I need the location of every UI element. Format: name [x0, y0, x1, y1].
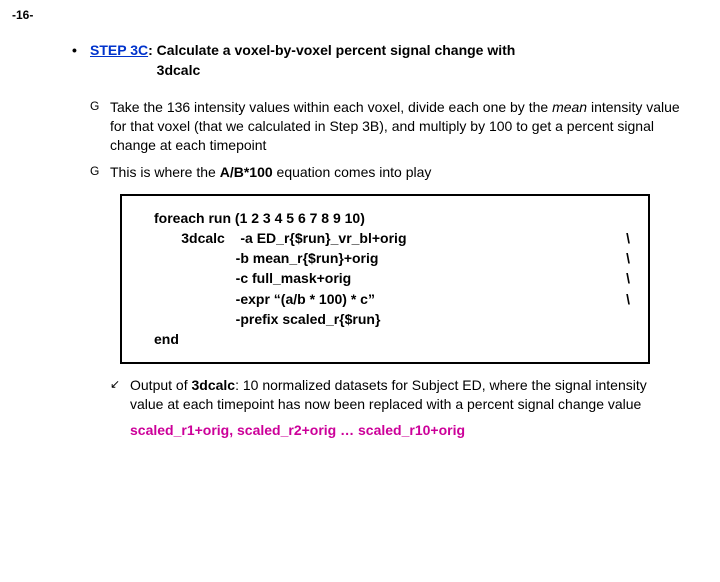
sub-b-pre: This is where the: [110, 164, 220, 180]
output-files-line: scaled_r1+orig, scaled_r2+orig … scaled_…: [110, 421, 680, 440]
sub-a-mean: mean: [552, 99, 587, 115]
step-heading-line2: STEP 3C: 3dcalc: [90, 62, 680, 78]
output-text: Output of 3dcalc: 10 normalized datasets…: [130, 376, 680, 414]
output-files: scaled_r1+orig, scaled_r2+orig … scaled_…: [130, 422, 465, 438]
output-block: ↙ Output of 3dcalc: 10 normalized datase…: [110, 376, 680, 441]
code-l2: 3dcalc -a ED_r{$run}_vr_bl+orig: [154, 228, 616, 248]
line-continuation-icon: \: [616, 289, 630, 309]
step-tool: 3dcalc: [157, 62, 201, 78]
code-l7: end: [154, 329, 630, 349]
output-cmd: 3dcalc: [191, 377, 235, 393]
sub-item-1-text: Take the 136 intensity values within eac…: [110, 98, 680, 155]
code-l5: -expr “(a/b * 100) * c”: [154, 289, 616, 309]
sub-b-post: equation comes into play: [273, 164, 432, 180]
sub-b-eq: A/B*100: [220, 164, 273, 180]
code-block: foreach run (1 2 3 4 5 6 7 8 9 10) 3dcal…: [120, 194, 650, 364]
line-continuation-icon: \: [616, 268, 630, 288]
code-l6: -prefix scaled_r{$run}: [154, 309, 630, 329]
sub-a-pre: Take the 136 intensity values within eac…: [110, 99, 552, 115]
step-sep: :: [148, 42, 157, 58]
line-continuation-icon: \: [616, 248, 630, 268]
step-title-rest: Calculate a voxel-by-voxel percent signa…: [157, 42, 516, 58]
sub-item-2: G This is where the A/B*100 equation com…: [90, 163, 680, 182]
output-pre: Output of: [130, 377, 191, 393]
step-heading-text: STEP 3C: Calculate a voxel-by-voxel perc…: [90, 42, 515, 58]
output-item: ↙ Output of 3dcalc: 10 normalized datase…: [110, 376, 680, 414]
sub-list: G Take the 136 intensity values within e…: [90, 98, 680, 182]
page-number: -16-: [12, 8, 33, 22]
step-link: STEP 3C: [90, 42, 148, 58]
code-l4: -c full_mask+orig: [154, 268, 616, 288]
arrow-icon: ↙: [110, 376, 130, 393]
code-l3: -b mean_r{$run}+orig: [154, 248, 616, 268]
code-l1: foreach run (1 2 3 4 5 6 7 8 9 10): [154, 208, 630, 228]
sub-item-1: G Take the 136 intensity values within e…: [90, 98, 680, 155]
bullet-dot: •: [72, 42, 90, 58]
step-heading: • STEP 3C: Calculate a voxel-by-voxel pe…: [72, 42, 680, 58]
sub-item-2-text: This is where the A/B*100 equation comes…: [110, 163, 680, 182]
line-continuation-icon: \: [616, 228, 630, 248]
sub-bullet-icon: G: [90, 98, 110, 115]
sub-bullet-icon: G: [90, 163, 110, 180]
slide-content: • STEP 3C: Calculate a voxel-by-voxel pe…: [72, 42, 680, 440]
